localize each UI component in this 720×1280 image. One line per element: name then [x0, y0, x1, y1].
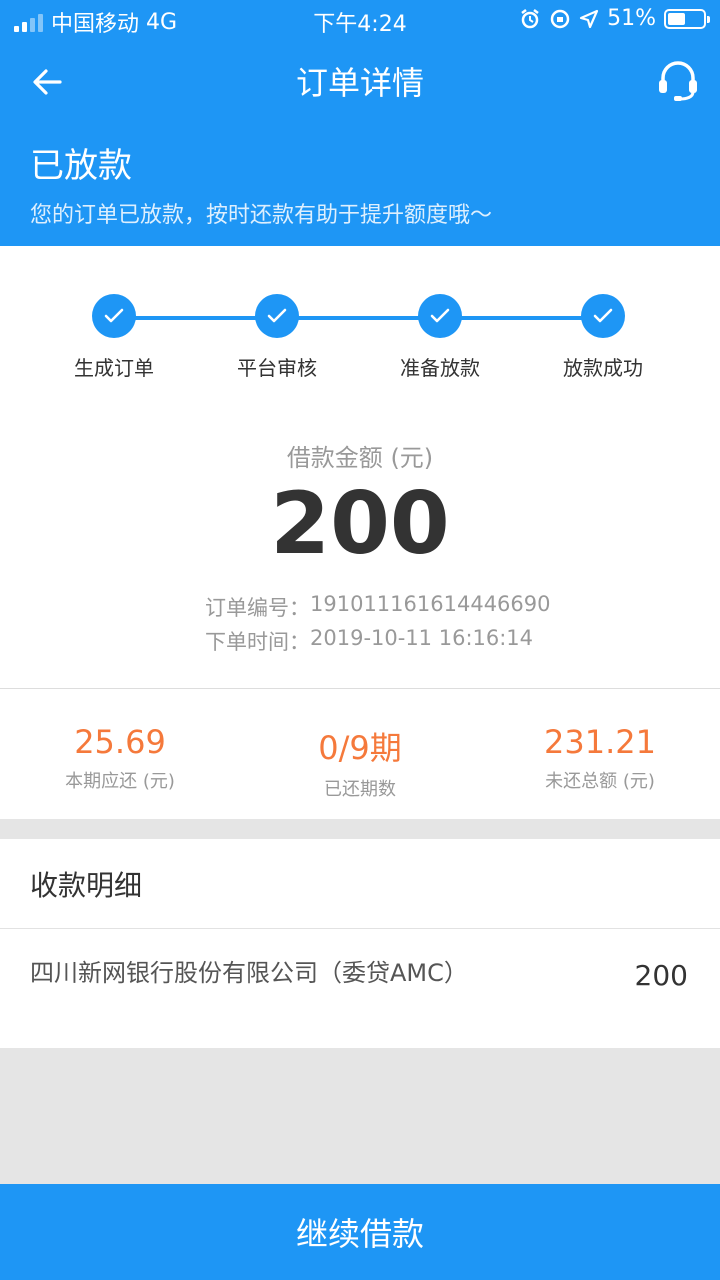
step-label: 生成订单	[74, 356, 154, 380]
order-time-row: 下单时间： 2019-10-11 16:16:14	[0, 626, 720, 660]
stat-remaining-total: 231.21 未还总额 (元)	[480, 689, 720, 819]
battery-percent: 51%	[607, 6, 656, 31]
headset-icon[interactable]	[654, 56, 702, 104]
check-icon	[581, 294, 625, 338]
receipt-section-title: 收款明细	[0, 839, 720, 929]
step-create-order: 生成订单	[34, 294, 194, 381]
check-icon	[255, 294, 299, 338]
continue-borrow-button[interactable]: 继续借款	[0, 1184, 720, 1280]
stat-current-due: 25.69 本期应还 (元)	[0, 689, 240, 819]
status-title: 已放款	[30, 146, 132, 186]
stat-label: 本期应还 (元)	[65, 771, 175, 792]
order-number: 191011161614446690	[310, 592, 551, 616]
order-number-label: 订单编号：	[205, 596, 310, 620]
stat-paid-periods: 0/9期 已还期数	[240, 689, 480, 819]
step-prepare-loan: 准备放款	[360, 294, 520, 381]
progress-steps: 生成订单 平台审核 准备放款 放款成功	[0, 294, 720, 394]
repayment-stats: 25.69 本期应还 (元) 0/9期 已还期数 231.21 未还总额 (元)	[0, 689, 720, 819]
step-label: 放款成功	[563, 356, 643, 380]
receiver-name: 四川新网银行股份有限公司（委贷AMC）	[30, 959, 468, 987]
loan-amount-label: 借款金额 (元)	[286, 444, 434, 472]
order-time-label: 下单时间：	[205, 630, 310, 654]
check-icon	[92, 294, 136, 338]
status-bar: 中国移动 4G 下午4:24 51%	[0, 0, 720, 40]
step-platform-review: 平台审核	[197, 294, 357, 381]
step-label: 平台审核	[237, 356, 317, 380]
stat-label: 已还期数	[324, 779, 396, 800]
order-info: 订单编号： 191011161614446690 下单时间： 2019-10-1…	[0, 592, 720, 660]
stat-value: 231.21	[544, 723, 656, 761]
receiver-amount: 200	[634, 959, 688, 992]
stat-value: 25.69	[74, 723, 166, 761]
order-number-row: 订单编号： 191011161614446690	[0, 592, 720, 626]
check-icon	[418, 294, 462, 338]
order-card: 生成订单 平台审核 准备放款 放款成功 借款金额 (元) 200 订单编号： 1…	[0, 246, 720, 688]
battery-icon	[664, 8, 710, 29]
order-time: 2019-10-11 16:16:14	[310, 626, 534, 650]
step-label: 准备放款	[400, 356, 480, 380]
list-item: 四川新网银行股份有限公司（委贷AMC） 200	[0, 929, 720, 1048]
location-icon	[579, 9, 599, 28]
status-description: 您的订单已放款，按时还款有助于提升额度哦～	[30, 203, 493, 228]
battery-fill	[668, 12, 686, 25]
rotation-lock-icon	[550, 9, 570, 28]
stat-label: 未还总额 (元)	[545, 771, 655, 792]
navbar: 订单详情	[0, 40, 720, 120]
order-status-banner: 已放款 您的订单已放款，按时还款有助于提升额度哦～	[0, 120, 720, 246]
stat-value: 0/9期	[318, 729, 402, 767]
alarm-icon	[521, 8, 539, 28]
loan-amount: 200	[270, 474, 450, 574]
step-loan-success: 放款成功	[523, 294, 683, 381]
page-title: 订单详情	[295, 64, 424, 102]
status-right: 51%	[519, 6, 710, 31]
